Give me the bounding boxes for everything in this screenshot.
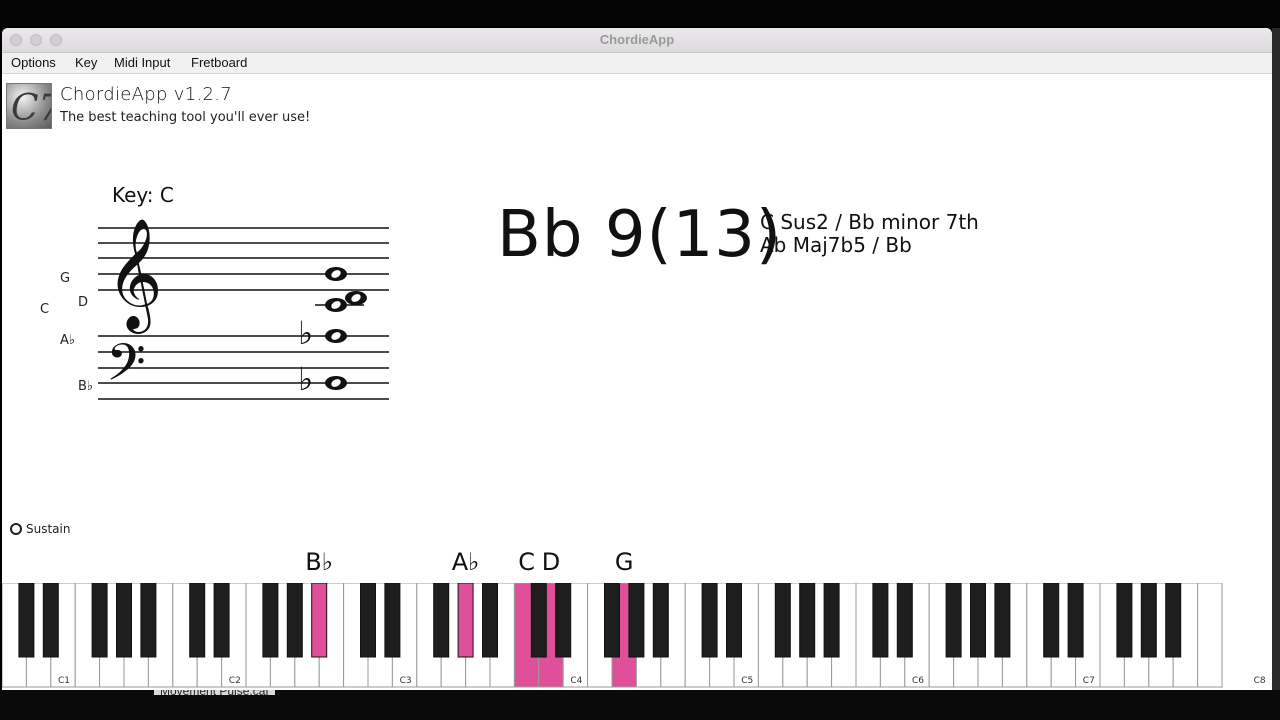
alternate-chord-name: Ab Maj7b5 / Bb [760, 233, 912, 257]
menu-bar: Options Key Midi Input Fretboard [2, 53, 1272, 74]
flat-icon: ♭ [298, 314, 313, 352]
window-title: ChordieApp [599, 32, 675, 47]
piano-black-key[interactable] [140, 583, 157, 658]
notehead-a-flat [325, 329, 347, 343]
sustain-radio[interactable] [10, 523, 22, 535]
note-label-b-flat: B♭ [78, 379, 93, 394]
menu-midi-input[interactable]: Midi Input [114, 55, 170, 70]
piano-black-key[interactable] [262, 583, 279, 658]
notehead-c [325, 298, 347, 312]
screen-top-bar [0, 0, 1280, 26]
note-label-c: C [40, 302, 49, 317]
app-logo: C7 [6, 83, 62, 129]
piano-black-key[interactable] [970, 583, 986, 658]
piano-black-key[interactable] [116, 583, 132, 658]
octave-label: C6 [912, 676, 924, 686]
piano-black-key[interactable] [1165, 583, 1182, 658]
piano-black-key[interactable] [482, 583, 498, 658]
piano-black-key[interactable] [726, 583, 742, 658]
piano-black-key[interactable] [384, 583, 401, 658]
piano-black-key[interactable] [823, 583, 840, 658]
piano-black-key[interactable] [604, 583, 620, 658]
menu-key[interactable]: Key [75, 55, 97, 70]
piano-black-key[interactable] [18, 583, 35, 658]
title-bar[interactable]: ChordieApp [2, 28, 1272, 53]
piano-black-key[interactable] [433, 583, 450, 658]
piano-black-key[interactable] [42, 583, 59, 658]
menu-options[interactable]: Options [11, 55, 56, 70]
note-label-g: G [60, 271, 70, 286]
piano-black-key[interactable] [286, 583, 303, 658]
piano-key-label: D [541, 548, 561, 576]
notehead-b-flat [325, 376, 347, 390]
piano-black-key[interactable] [189, 583, 206, 658]
note-label-a-flat: A♭ [60, 333, 75, 348]
piano-black-key[interactable] [701, 583, 718, 658]
piano-black-key[interactable] [774, 583, 791, 658]
piano-black-key[interactable] [652, 583, 669, 658]
piano-key-label: G [614, 548, 634, 576]
chord-name: Bb 9(13) [497, 198, 782, 272]
piano-black-key[interactable] [1116, 583, 1133, 658]
app-window: ChordieApp Options Key Midi Input Fretbo… [2, 28, 1272, 690]
bass-clef-icon: 𝄢 [106, 332, 146, 405]
piano-key-label: B♭ [305, 548, 334, 576]
app-name: ChordieApp v1.2.7 [60, 84, 233, 105]
piano-black-key[interactable] [530, 583, 547, 658]
treble-clef-icon: 𝄞 [106, 217, 163, 334]
key-label: Key: C [112, 183, 174, 207]
piano-black-key[interactable] [994, 583, 1011, 658]
piano-black-key[interactable] [1067, 583, 1084, 658]
notehead-g [325, 267, 347, 281]
piano-black-key[interactable] [945, 583, 962, 658]
piano-black-key[interactable] [555, 583, 572, 658]
logo-text: C7 [11, 88, 51, 128]
menu-fretboard[interactable]: Fretboard [191, 55, 247, 70]
piano-black-key[interactable] [311, 583, 328, 658]
note-label-d: D [78, 295, 88, 310]
notehead-d [345, 291, 367, 305]
logo-c7-icon: C7 [11, 88, 62, 129]
piano-black-key[interactable] [628, 583, 645, 658]
piano-key-labels: B♭ A♭ C D G [2, 548, 1272, 582]
piano-black-key[interactable] [457, 583, 474, 658]
octave-label: C1 [58, 676, 70, 686]
piano-black-key[interactable] [1140, 583, 1157, 658]
alternate-chord-name: C Sus2 / Bb minor 7th [760, 210, 979, 234]
grand-staff: Key: C 𝄞 𝄢 ♭ ♭ G D C A♭ B♭ [40, 183, 389, 405]
octave-label: C7 [1083, 676, 1095, 686]
piano-key-label: A♭ [451, 548, 480, 576]
octave-label: C3 [400, 676, 412, 686]
flat-icon: ♭ [298, 360, 313, 398]
octave-label: C5 [741, 676, 753, 686]
piano-black-key[interactable] [360, 583, 376, 658]
piano-black-key[interactable] [872, 583, 889, 658]
piano-black-key[interactable] [213, 583, 230, 658]
piano-black-key[interactable] [91, 583, 108, 658]
piano-black-key[interactable] [896, 583, 913, 658]
app-tagline: The best teaching tool you'll ever use! [60, 110, 311, 125]
sustain-label: Sustain [26, 522, 71, 536]
piano-black-key[interactable] [799, 583, 816, 658]
octave-label: C8 [1254, 676, 1266, 686]
octave-label: C2 [229, 676, 241, 686]
piano-key-label: C [518, 548, 535, 576]
octave-label: C4 [570, 676, 582, 686]
piano-keyboard[interactable]: C1 C2 C3 C4 C5 C6 C7 C8 [2, 583, 1272, 690]
piano-black-key[interactable] [1043, 583, 1060, 658]
desktop-right-edge [1272, 28, 1280, 690]
piano-white-key[interactable] [1197, 583, 1223, 688]
